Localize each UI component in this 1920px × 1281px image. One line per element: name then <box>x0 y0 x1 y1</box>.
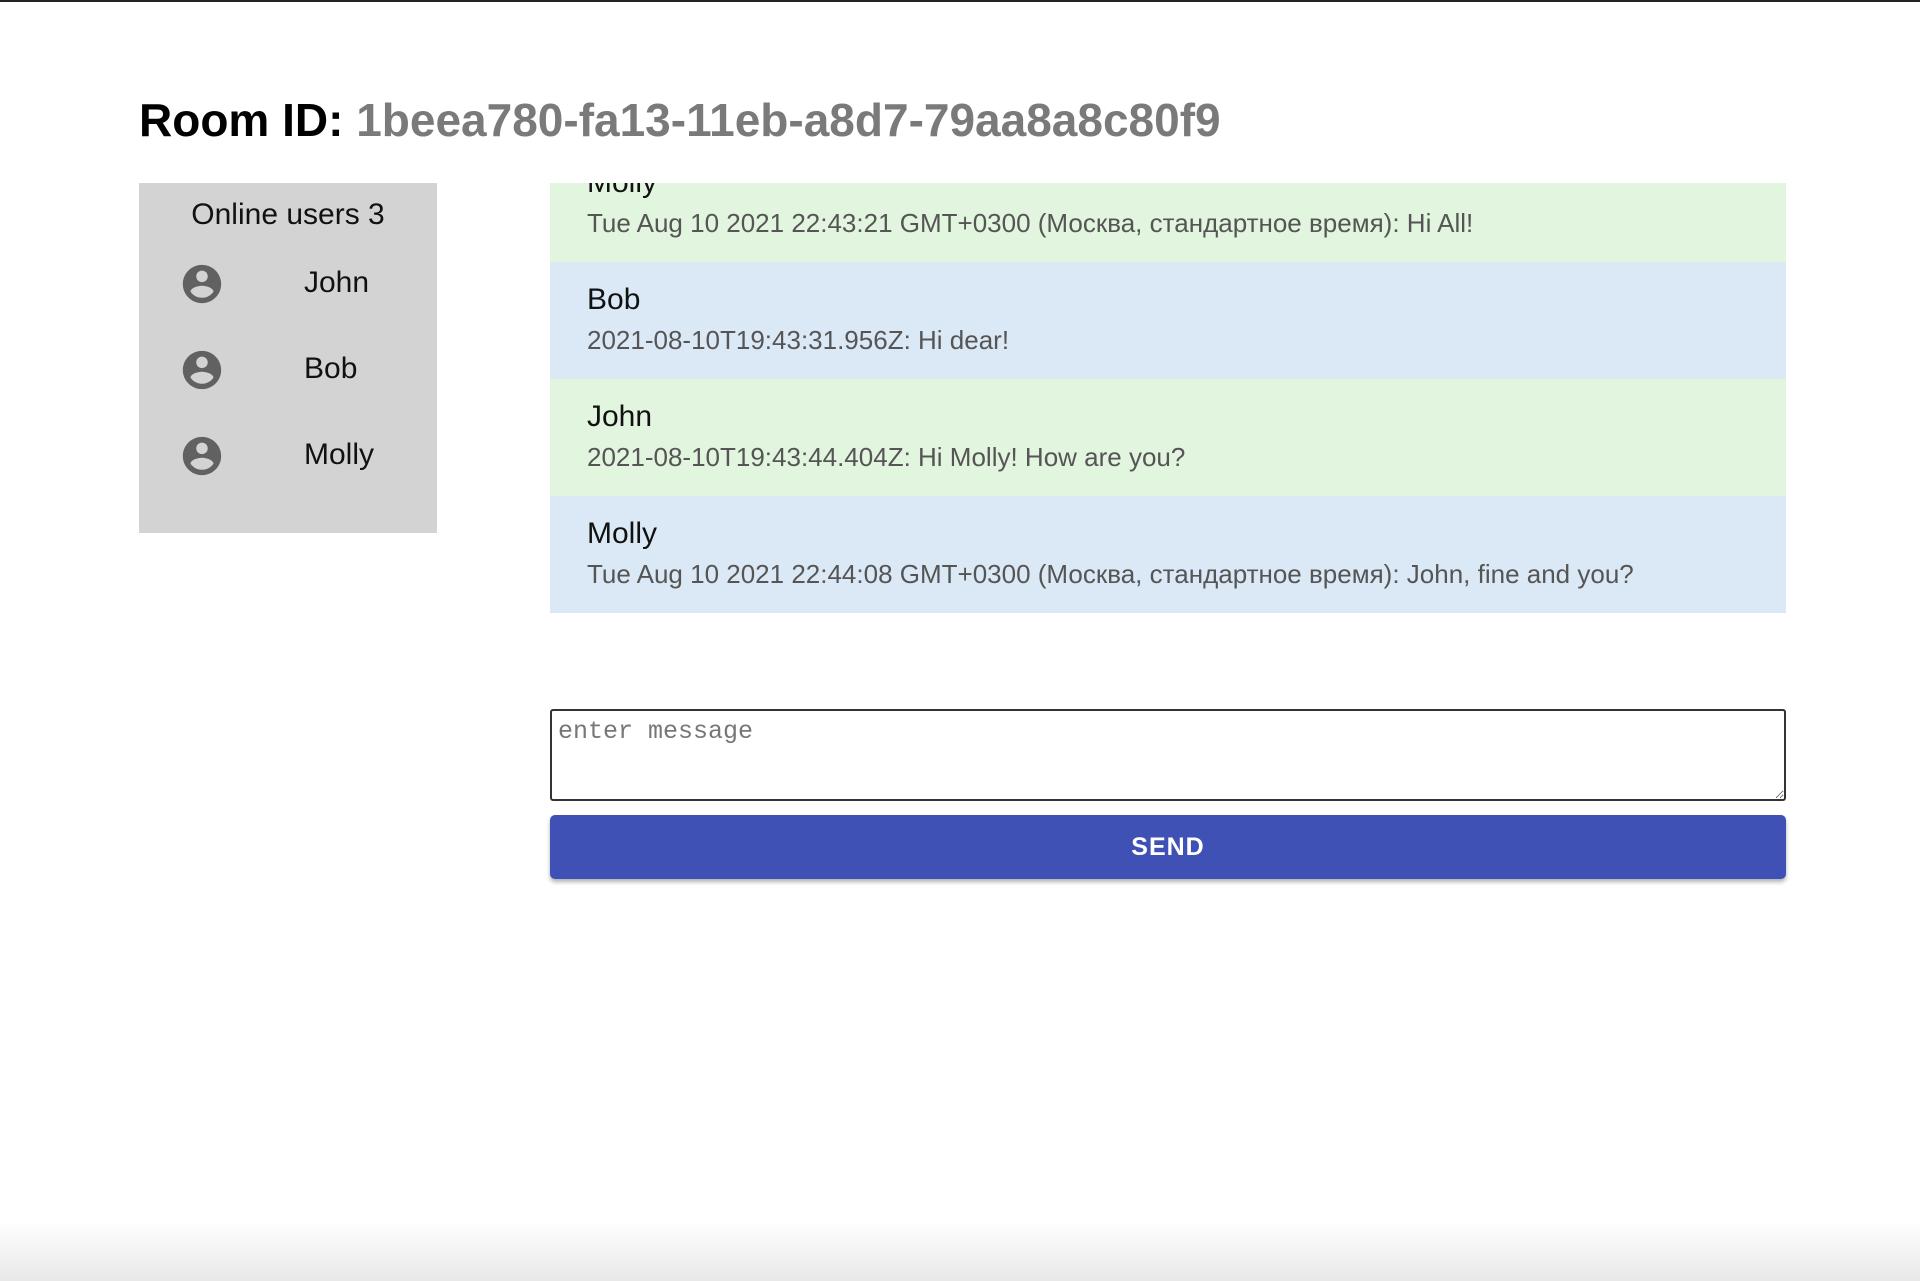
room-id-value: 1beea780-fa13-11eb-a8d7-79aa8a8c80f9 <box>356 94 1221 146</box>
account-circle-icon <box>179 261 225 307</box>
account-circle-icon <box>179 433 225 479</box>
user-name: Bob <box>304 352 358 385</box>
message-author: Molly <box>587 517 658 550</box>
message-input[interactable] <box>550 709 1786 801</box>
message-item: Bob 2021-08-10T19:43:31.956Z: Hi dear! <box>550 262 1786 379</box>
message-list[interactable]: Molly Tue Aug 10 2021 22:43:21 GMT+0300 … <box>550 183 1786 687</box>
send-button[interactable]: SEND <box>550 815 1786 879</box>
message-text: 2021-08-10T19:43:31.956Z: Hi dear! <box>587 325 1010 355</box>
page-title: Room ID: 1beea780-fa13-11eb-a8d7-79aa8a8… <box>139 92 1221 148</box>
message-author: Bob <box>587 283 641 316</box>
account-circle-icon <box>179 347 225 393</box>
message-text: Tue Aug 10 2021 22:43:21 GMT+0300 (Москв… <box>587 208 1474 238</box>
message-item: Molly Tue Aug 10 2021 22:44:08 GMT+0300 … <box>550 496 1786 613</box>
message-text: 2021-08-10T19:43:44.404Z: Hi Molly! How … <box>587 442 1186 472</box>
user-name: Molly <box>304 438 375 471</box>
message-text: Tue Aug 10 2021 22:44:08 GMT+0300 (Москв… <box>587 559 1634 589</box>
user-item-molly[interactable]: Molly <box>139 407 437 493</box>
message-author: John <box>587 400 653 433</box>
online-users-title: Online users 3 <box>191 198 385 231</box>
message-author: Molly <box>587 183 1750 203</box>
message-item: John 2021-08-10T19:43:44.404Z: Hi Molly!… <box>550 379 1786 496</box>
user-item-john[interactable]: John <box>139 235 437 321</box>
page: Room ID: 1beea780-fa13-11eb-a8d7-79aa8a8… <box>0 0 1920 1281</box>
online-users-panel: Online users 3 John Bob Molly <box>139 183 437 533</box>
user-item-bob[interactable]: Bob <box>139 321 437 407</box>
room-id-label: Room ID: <box>139 94 344 146</box>
message-item: Molly Tue Aug 10 2021 22:43:21 GMT+0300 … <box>550 183 1786 262</box>
user-name: John <box>304 266 370 299</box>
bottom-shade <box>0 1221 1920 1281</box>
